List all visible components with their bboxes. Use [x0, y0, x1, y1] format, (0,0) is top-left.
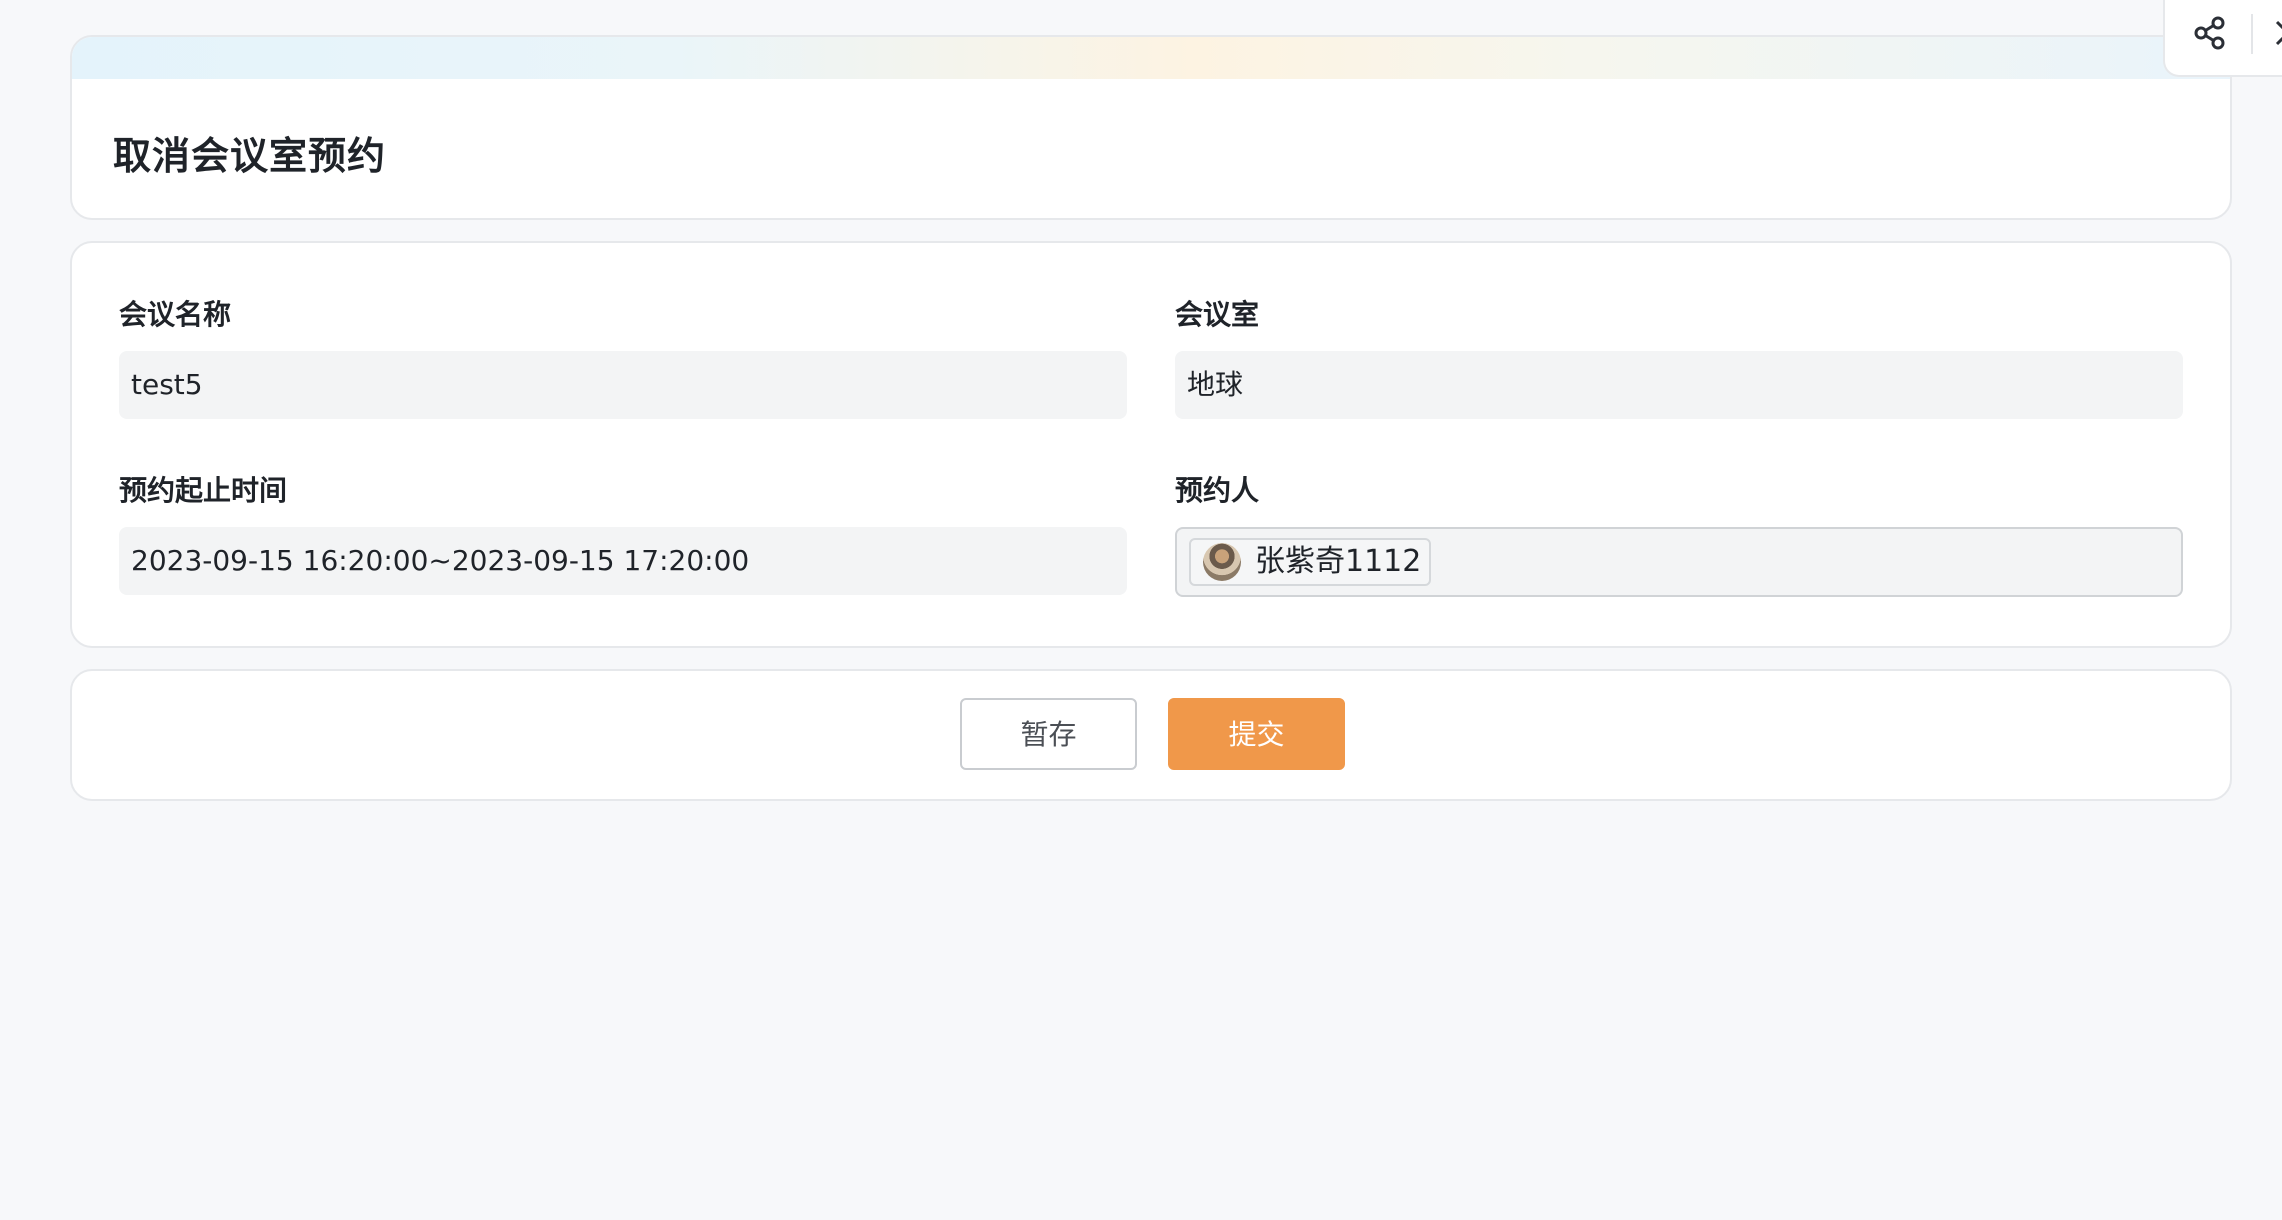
save-draft-button[interactable]: 暂存 — [960, 698, 1137, 770]
booker-label: 预约人 — [1175, 474, 1260, 507]
meeting-room-field: 会议室 地球 — [1175, 295, 2183, 419]
page: 取消会议室预约 会议名称 test5 会议室 地球 预约起止时间 2023-09… — [0, 0, 2282, 1220]
meeting-name-label: 会议名称 — [119, 298, 232, 331]
booker-field: 预约人 张紫奇1112 — [1175, 471, 2183, 597]
header-card: 取消会议室预约 — [70, 35, 2232, 220]
booker-tag[interactable]: 张紫奇1112 — [1189, 538, 1432, 586]
booker-input[interactable]: 张紫奇1112 — [1175, 527, 2183, 597]
actions-card: 暂存 提交 — [70, 669, 2232, 801]
time-range-label: 预约起止时间 — [119, 474, 288, 507]
meeting-room-label: 会议室 — [1175, 298, 1260, 331]
meeting-name-value: test5 — [119, 351, 1127, 419]
form-card: 会议名称 test5 会议室 地球 预约起止时间 2023-09-15 16:2… — [70, 241, 2232, 648]
meeting-name-field: 会议名称 test5 — [119, 295, 1127, 419]
toolbar-divider — [2251, 14, 2253, 54]
avatar — [1203, 543, 1241, 581]
meeting-room-value: 地球 — [1175, 351, 2183, 419]
time-range-value: 2023-09-15 16:20:00~2023-09-15 17:20:00 — [119, 527, 1127, 595]
floating-toolbar — [2163, 0, 2282, 77]
header-gradient-band — [72, 37, 2230, 79]
page-title: 取消会议室预约 — [113, 134, 387, 178]
time-range-field: 预约起止时间 2023-09-15 16:20:00~2023-09-15 17… — [119, 471, 1127, 595]
submit-button[interactable]: 提交 — [1168, 698, 1345, 770]
share-icon[interactable] — [2191, 14, 2229, 52]
booker-name: 张紫奇1112 — [1255, 544, 1422, 579]
close-icon[interactable] — [2273, 18, 2282, 48]
